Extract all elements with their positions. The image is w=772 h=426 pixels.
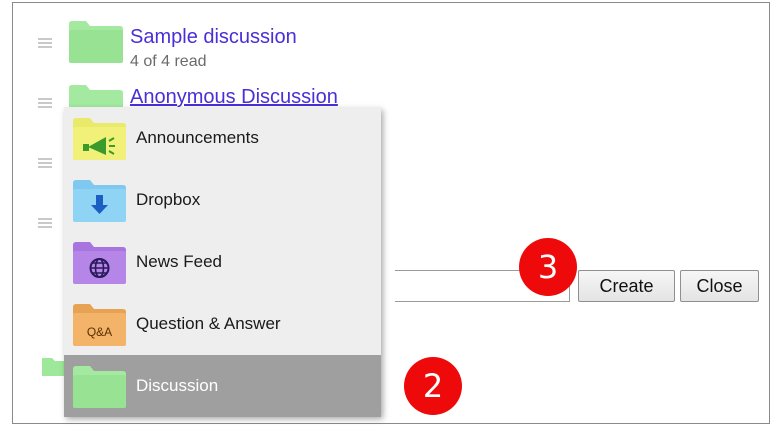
step-2-badge: 2 — [404, 357, 462, 415]
menu-item-label: Dropbox — [136, 190, 201, 209]
create-button[interactable]: Create — [578, 270, 675, 302]
dropbox-folder-icon — [73, 180, 126, 222]
menu-item-dropbox[interactable]: Dropbox — [64, 169, 381, 231]
close-button[interactable]: Close — [680, 270, 759, 302]
discussion-folder-icon — [42, 358, 66, 376]
drag-handle-icon[interactable] — [38, 38, 52, 48]
qa-icon-text: Q&A — [87, 325, 112, 339]
discussion-title-link[interactable]: Sample discussion — [130, 26, 297, 49]
qa-folder-icon: Q&A — [73, 304, 126, 346]
discussion-folder-icon — [69, 21, 123, 63]
announcements-folder-icon — [73, 118, 126, 160]
menu-item-discussion[interactable]: Discussion — [64, 355, 381, 417]
drag-handle-icon[interactable] — [38, 218, 52, 228]
menu-item-question-answer[interactable]: Q&A Question & Answer — [64, 293, 381, 355]
drag-handle-icon[interactable] — [38, 158, 52, 168]
discussion-title-link[interactable]: Anonymous Discussion — [130, 86, 338, 109]
drag-handle-icon[interactable] — [38, 98, 52, 108]
menu-item-label: Announcements — [136, 128, 259, 147]
folder-type-menu: Announcements Dropbox News Feed Q&A Ques… — [64, 107, 381, 417]
news-feed-folder-icon — [73, 242, 126, 284]
menu-item-label: Question & Answer — [136, 314, 281, 333]
discussion-folder-icon — [73, 366, 126, 408]
menu-item-announcements[interactable]: Announcements — [64, 107, 381, 169]
read-count: 4 of 4 read — [130, 53, 207, 70]
menu-item-label: Discussion — [136, 376, 219, 395]
menu-item-label: News Feed — [136, 252, 222, 271]
step-3-badge: 3 — [519, 238, 577, 296]
menu-item-news-feed[interactable]: News Feed — [64, 231, 381, 293]
